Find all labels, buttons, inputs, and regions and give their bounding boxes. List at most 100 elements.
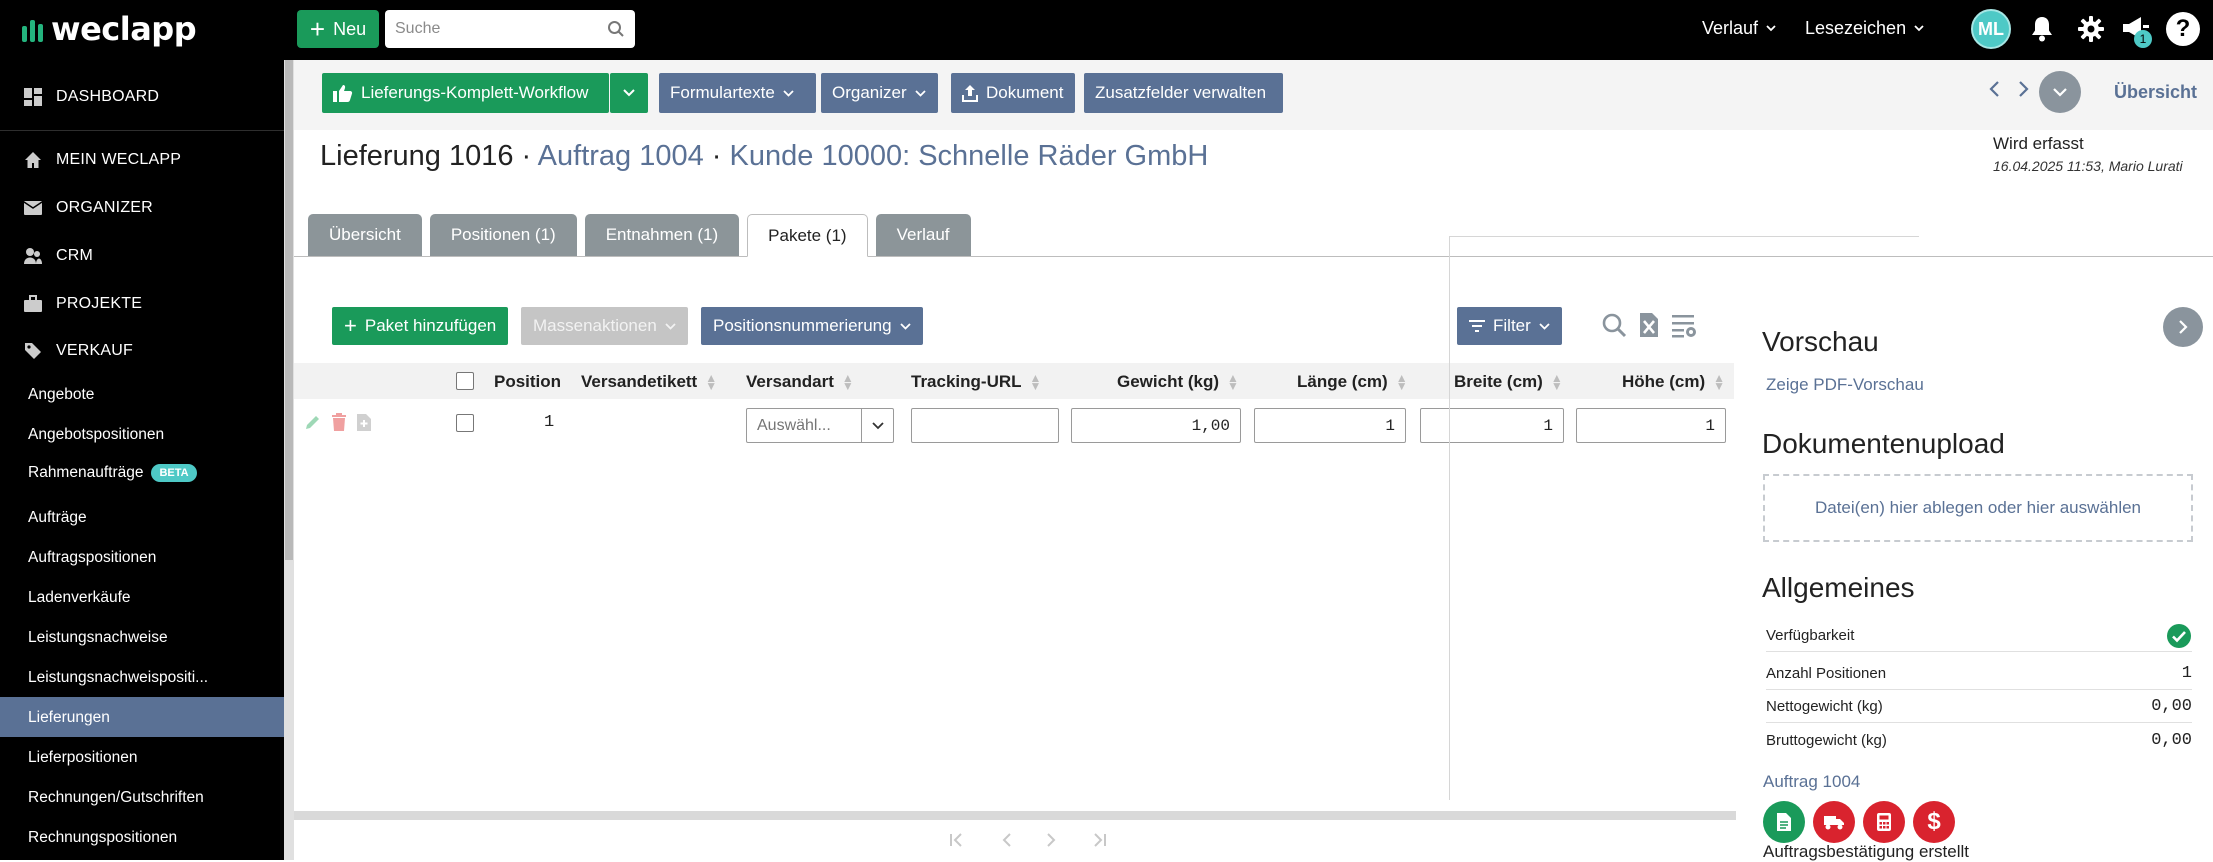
divider [0,130,284,131]
workflow-button[interactable]: Lieferungs-Komplett-Workflow [322,73,609,113]
tracking-url-field[interactable] [911,408,1059,443]
sidebar-item-leistungsnachweise[interactable]: Leistungsnachweise [28,629,168,647]
sidebar-item-angebote[interactable]: Angebote [28,386,94,404]
uebersicht-link[interactable]: Übersicht [2114,82,2197,103]
add-package-button[interactable]: + Paket hinzufügen [332,307,509,345]
column-header-laenge[interactable]: Länge (cm) ▲ ▼ [1297,372,1408,392]
weclapp-logo[interactable]: weclapp [22,10,197,48]
sort-icon: ▲ ▼ [1029,371,1042,393]
next-arrow-icon[interactable] [2018,80,2030,98]
sidebar-item-crm[interactable]: CRM [24,247,93,265]
sidebar-item-leistungsnachweispositionen[interactable]: Leistungsnachweispositi... [28,669,208,687]
chevron-down-icon[interactable] [861,409,893,442]
verlauf-label: Verlauf [1702,18,1759,38]
lesezeichen-menu[interactable]: Lesezeichen [1805,18,1924,39]
column-header-versandart[interactable]: Versandart ▲ ▼ [746,372,854,392]
sidebar-item-rechnungen[interactable]: Rechnungen/Gutschriften [28,789,204,807]
sidebar-item-angebotspositionen[interactable]: Angebotspositionen [28,426,164,444]
sidebar-item-mein-weclapp[interactable]: MEIN WECLAPP [24,151,181,169]
mass-actions-button[interactable]: Massenaktionen [521,307,688,345]
search-input[interactable] [385,10,635,48]
sidebar-item-dashboard[interactable]: DASHBOARD [24,88,159,106]
select-all-checkbox[interactable] [456,372,474,390]
zusatzfelder-label: Zusatzfelder verwalten [1095,83,1267,102]
row-label: Bruttogewicht (kg) [1766,731,1887,749]
trash-icon[interactable] [331,413,347,431]
auftrag-link[interactable]: Auftrag 1004 [538,140,704,172]
tab-verlauf[interactable]: Verlauf [875,214,971,256]
sidebar-item-label: Angebotspositionen [28,426,165,443]
sidebar-item-label: Aufträge [28,509,87,526]
sidebar-item-lieferpositionen[interactable]: Lieferpositionen [28,749,137,767]
previous-arrow-icon[interactable] [1988,80,2000,98]
sidebar-item-rahmenauftraege[interactable]: Rahmenaufträge BETA [28,464,197,482]
workflow-dropdown-button[interactable] [610,73,648,113]
sidebar-item-auftragspositionen[interactable]: Auftragspositionen [28,549,156,567]
chevron-down-icon [783,89,794,97]
next-page-icon[interactable] [1045,832,1057,848]
dashboard-icon [24,88,42,106]
column-label: Länge (cm) [1297,372,1388,391]
sidebar-item-rechnungspositionen[interactable]: Rechnungspositionen [28,829,177,847]
laenge-field[interactable]: 1 [1254,408,1406,443]
edit-icon[interactable] [304,413,322,431]
delivery-action-button[interactable] [1813,801,1855,843]
verlauf-menu[interactable]: Verlauf [1702,18,1776,39]
bell-icon[interactable] [2030,15,2054,43]
sidebar-item-lieferungen[interactable]: Lieferungen [28,709,110,727]
gear-icon[interactable] [2077,15,2105,43]
copy-icon[interactable] [356,413,372,431]
tab-positionen[interactable]: Positionen (1) [429,214,577,256]
column-header-versandetikett[interactable]: Versandetikett ▲ ▼ [581,372,717,392]
tab-pakete[interactable]: Pakete (1) [747,214,868,257]
pdf-preview-link[interactable]: Zeige PDF-Vorschau [1766,375,1924,395]
preview-heading: Vorschau [1762,326,1879,357]
horizontal-scrollbar[interactable] [294,811,1736,820]
avatar[interactable]: ML [1971,9,2011,49]
tab-entnahmen[interactable]: Entnahmen (1) [584,214,740,256]
upload-heading: Dokumentenupload [1762,428,2005,459]
payment-action-button[interactable]: $ [1913,801,1955,843]
sidebar-item-label: Rahmenaufträge [28,464,144,481]
logo-mark-icon [22,16,43,42]
sidebar-item-auftraege[interactable]: Aufträge [28,509,87,527]
sidebar-scrollbar-thumb[interactable] [285,60,293,560]
sidebar-item-verkauf[interactable]: VERKAUF [24,342,133,360]
general-heading: Allgemeines [1762,572,1915,603]
sidebar-item-organizer[interactable]: ORGANIZER [24,199,153,217]
auftrag-panel-link[interactable]: Auftrag 1004 [1763,772,1860,792]
first-page-icon[interactable] [949,832,969,848]
new-button[interactable]: + Neu [297,10,379,48]
sidebar-item-label: Rechnungen/Gutschriften [28,789,204,806]
organizer-button[interactable]: Organizer [821,73,938,113]
dokument-button[interactable]: Dokument [951,73,1075,113]
search-icon[interactable] [607,20,625,38]
panel-toggle-button[interactable] [2163,307,2203,347]
sidebar-item-ladenverkaeufe[interactable]: Ladenverkäufe [28,589,131,607]
column-header-position[interactable]: Position [494,372,561,392]
tab-uebersicht[interactable]: Übersicht [308,214,422,256]
column-header-tracking-url[interactable]: Tracking-URL ▲ ▼ [911,372,1041,392]
row-label: Nettogewicht (kg) [1766,698,1883,715]
upload-dropzone[interactable]: Datei(en) hier ablegen oder hier auswähl… [1763,474,2193,542]
row-checkbox[interactable] [456,414,474,432]
gewicht-field[interactable]: 1,00 [1071,408,1241,443]
sidebar-item-projekte[interactable]: PROJEKTE [24,295,142,313]
chevron-down-icon [623,89,635,97]
status-block: Wird erfasst 16.04.2025 11:53, Mario Lur… [1993,134,2213,174]
versandart-select[interactable] [746,408,894,443]
last-page-icon[interactable] [1089,832,1109,848]
help-button[interactable]: ? [2166,12,2200,46]
previous-page-icon[interactable] [1001,832,1013,848]
sidebar-item-label: Auftragspositionen [28,549,157,566]
column-label: Versandart [746,372,834,391]
versandart-input[interactable] [747,409,861,442]
numbering-button[interactable]: Positionsnummerierung [701,307,923,345]
column-header-gewicht[interactable]: Gewicht (kg) ▲ ▼ [1117,372,1239,392]
document-action-button[interactable] [1763,801,1805,843]
more-dropdown-button[interactable] [2039,71,2081,113]
formulartexte-button[interactable]: Formulartexte [659,73,816,113]
zusatzfelder-button[interactable]: Zusatzfelder verwalten [1084,73,1283,113]
kunde-link[interactable]: Kunde 10000: Schnelle Räder GmbH [730,140,1209,172]
calculator-action-button[interactable] [1863,801,1905,843]
